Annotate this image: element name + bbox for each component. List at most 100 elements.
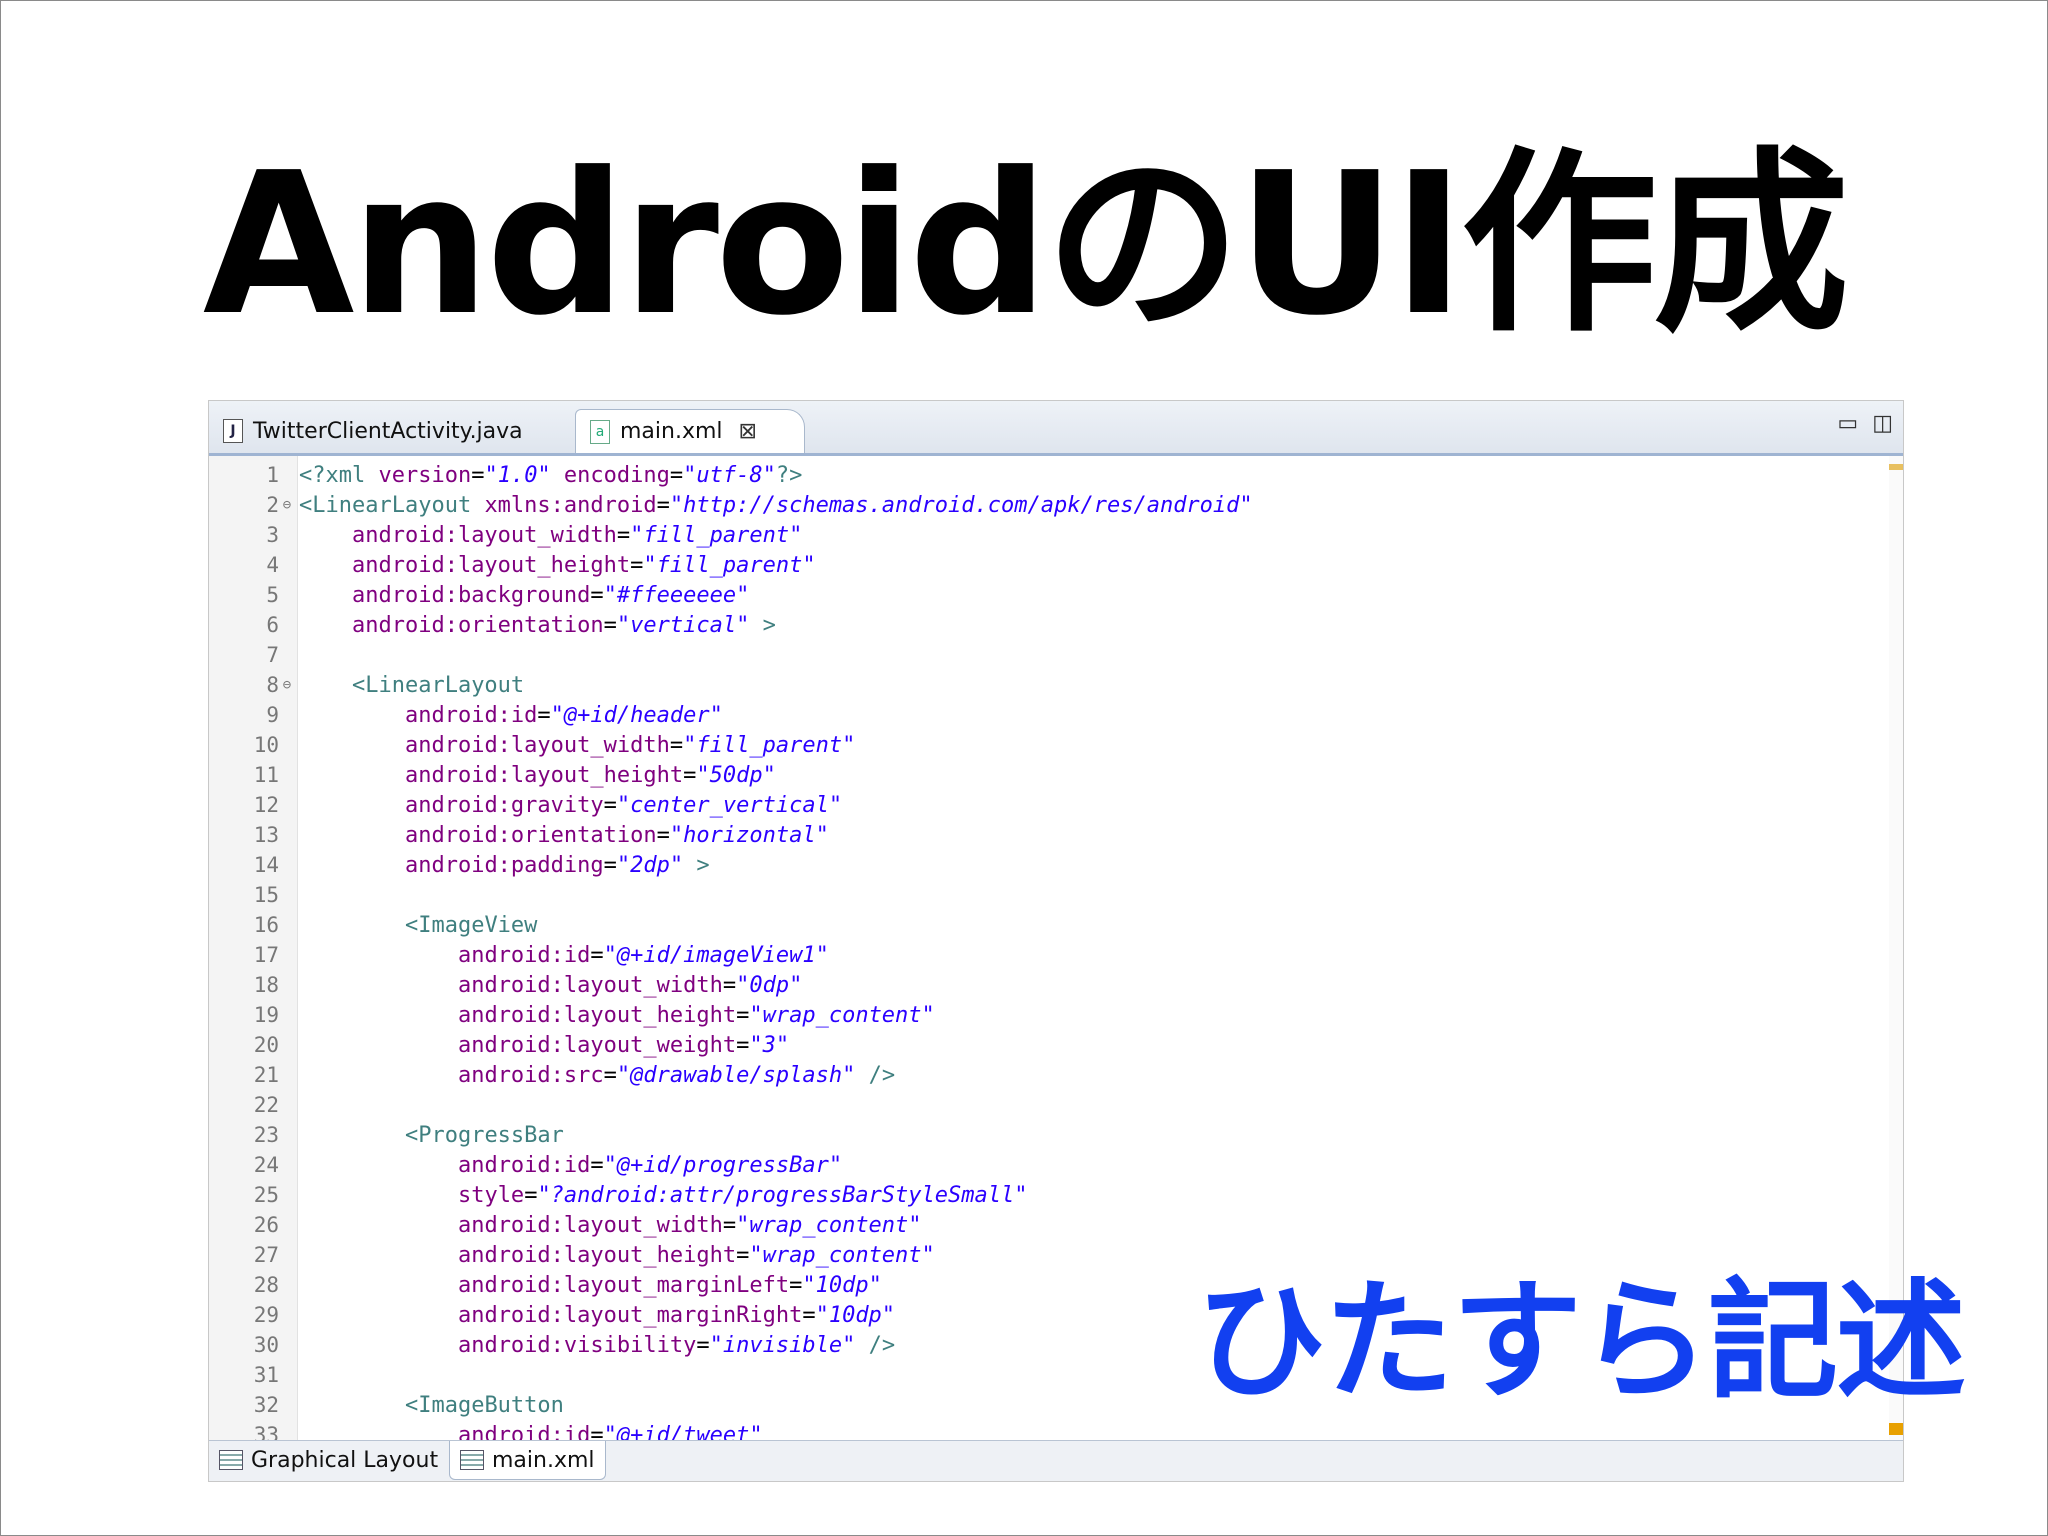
code-line[interactable]: 19 android:layout_height="wrap_content" xyxy=(209,1000,935,1030)
code-line[interactable]: 30 android:visibility="invisible" /> xyxy=(209,1330,895,1360)
line-number: 31 xyxy=(253,1363,279,1387)
line-number: 12 xyxy=(253,793,279,817)
token-eq: = xyxy=(656,822,670,848)
code-line[interactable]: 14 android:padding="2dp" > xyxy=(209,850,710,880)
line-number: 26 xyxy=(253,1213,279,1237)
maximize-icon[interactable]: ◫ xyxy=(1872,411,1893,436)
token-attr: encoding xyxy=(550,462,670,488)
token-attr: style xyxy=(457,1182,525,1208)
code-line[interactable]: 2 ⊖ <LinearLayout xmlns:android="http://sc… xyxy=(209,490,1253,520)
java-file-icon: J xyxy=(223,419,243,443)
line-number: 3 xyxy=(266,523,279,547)
token-attr: android:orientation xyxy=(404,822,657,848)
code-text: <LinearLayout xyxy=(295,673,524,698)
token-tag: <ImageButton xyxy=(404,1392,564,1418)
code-line[interactable]: 20 android:layout_weight="3" xyxy=(209,1030,789,1060)
token-val: "#ffeeeeee" xyxy=(603,582,750,608)
token-val: "@drawable/splash" xyxy=(616,1062,856,1088)
token-val: "invisible" xyxy=(709,1332,856,1358)
code-line[interactable]: 11 android:layout_height="50dp" xyxy=(209,760,776,790)
code-line[interactable]: 31 xyxy=(209,1360,299,1390)
tab-graphical-layout[interactable]: Graphical Layout xyxy=(209,1441,448,1479)
token-tag: /> xyxy=(855,1332,896,1358)
code-line[interactable]: 10 android:layout_width="fill_parent" xyxy=(209,730,856,760)
code-line[interactable]: 18 android:layout_width="0dp" xyxy=(209,970,803,1000)
token-attr: android:layout_width xyxy=(457,972,723,998)
fold-toggle-icon[interactable]: ⊖ xyxy=(279,677,295,693)
code-line[interactable]: 16 <ImageView xyxy=(209,910,538,940)
warning-marker[interactable] xyxy=(1889,464,1903,470)
token-attr: android:layout_width xyxy=(351,522,617,548)
token-eq: = xyxy=(669,462,684,488)
token-eq: = xyxy=(590,942,604,968)
token-attr: android:id xyxy=(457,1152,591,1178)
code-line[interactable]: 5 android:background="#ffeeeeee" xyxy=(209,580,749,610)
code-line[interactable]: 27 android:layout_height="wrap_content" xyxy=(209,1240,935,1270)
code-line[interactable]: 9 android:id="@+id/header" xyxy=(209,700,723,730)
token-eq: = xyxy=(603,792,617,818)
code-line[interactable]: 8 ⊖ <LinearLayout xyxy=(209,670,524,700)
code-line[interactable]: 29 android:layout_marginRight="10dp" xyxy=(209,1300,895,1330)
line-number: 17 xyxy=(253,943,279,967)
line-number: 27 xyxy=(253,1243,279,1267)
code-text: android:gravity="center_vertical" xyxy=(295,793,842,818)
warning-marker[interactable] xyxy=(1889,1423,1903,1435)
close-icon[interactable]: ⊠ xyxy=(739,419,757,444)
code-line[interactable]: 21 android:src="@drawable/splash" /> xyxy=(209,1060,895,1090)
token-attr: android:layout_weight xyxy=(457,1032,737,1058)
code-line[interactable]: 1 <?xml version="1.0" encoding="utf-8"?> xyxy=(209,460,802,490)
line-number: 14 xyxy=(253,853,279,877)
code-line[interactable]: 15 xyxy=(209,880,299,910)
code-text: <?xml version="1.0" encoding="utf-8"?> xyxy=(295,463,802,488)
code-line[interactable]: 23 <ProgressBar xyxy=(209,1120,564,1150)
code-line[interactable]: 25 style="?android:attr/progressBarStyle… xyxy=(209,1180,1028,1210)
token-attr: xmlns:android xyxy=(484,492,657,518)
code-line[interactable]: 7 xyxy=(209,640,299,670)
token-eq: = xyxy=(669,732,684,758)
code-line[interactable]: 24 android:id="@+id/progressBar" xyxy=(209,1150,842,1180)
token-tag: <ImageView xyxy=(404,912,538,938)
line-number: 13 xyxy=(253,823,279,847)
token-attr: version xyxy=(378,462,472,488)
line-number: 5 xyxy=(266,583,279,607)
minimize-icon[interactable]: ▭ xyxy=(1837,411,1858,436)
code-text: android:layout_width="wrap_content" xyxy=(295,1213,922,1238)
code-line[interactable]: 12 android:gravity="center_vertical" xyxy=(209,790,842,820)
code-line[interactable]: 4 android:layout_height="fill_parent" xyxy=(209,550,815,580)
code-text: android:layout_weight="3" xyxy=(295,1033,789,1058)
code-line[interactable]: 3 android:layout_width="fill_parent" xyxy=(209,520,802,550)
line-number: 7 xyxy=(266,643,279,667)
tab-main-xml[interactable]: a main.xml ⊠ xyxy=(575,409,805,453)
code-line[interactable]: 32 <ImageButton xyxy=(209,1390,564,1420)
tab-label: TwitterClientActivity.java xyxy=(253,418,523,444)
token-eq: = xyxy=(802,1302,816,1328)
code-text: <ImageView xyxy=(295,913,537,938)
token-eq: = xyxy=(736,1032,750,1058)
token-eq: = xyxy=(696,1332,710,1358)
fold-toggle-icon[interactable]: ⊖ xyxy=(279,497,295,513)
code-text: <ImageButton xyxy=(295,1393,564,1418)
code-line[interactable]: 13 android:orientation="horizontal" xyxy=(209,820,829,850)
token-eq: = xyxy=(616,522,631,548)
code-text: android:layout_width="fill_parent" xyxy=(295,733,855,758)
token-val: "http://schemas.android.com/apk/res/andr… xyxy=(669,492,1253,518)
code-line[interactable]: 17 android:id="@+id/imageView1" xyxy=(209,940,829,970)
tab-main-xml-source[interactable]: main.xml xyxy=(449,1441,606,1480)
token-attr: android:layout_marginRight xyxy=(457,1302,803,1328)
line-number: 21 xyxy=(253,1063,279,1087)
token-attr: android:visibility xyxy=(457,1332,697,1358)
code-line[interactable]: 28 android:layout_marginLeft="10dp" xyxy=(209,1270,882,1300)
code-line[interactable]: 26 android:layout_width="wrap_content" xyxy=(209,1210,922,1240)
code-line[interactable]: 33 android:id="@+id/tweet" xyxy=(209,1420,763,1442)
token-eq: = xyxy=(722,1212,737,1238)
token-attr: android:layout_height xyxy=(351,552,631,578)
token-val: "vertical" xyxy=(616,612,750,638)
code-text: android:visibility="invisible" /> xyxy=(295,1333,895,1358)
token-val: "?android:attr/progressBarStyleSmall" xyxy=(537,1182,1028,1208)
code-text: android:src="@drawable/splash" /> xyxy=(295,1063,895,1088)
code-line[interactable]: 6 android:orientation="vertical" > xyxy=(209,610,776,640)
tab-twitter-client-activity[interactable]: J TwitterClientActivity.java xyxy=(209,409,569,453)
token-val: "wrap_content" xyxy=(749,1002,935,1028)
code-line[interactable]: 22 xyxy=(209,1090,299,1120)
token-eq: = xyxy=(736,1242,750,1268)
